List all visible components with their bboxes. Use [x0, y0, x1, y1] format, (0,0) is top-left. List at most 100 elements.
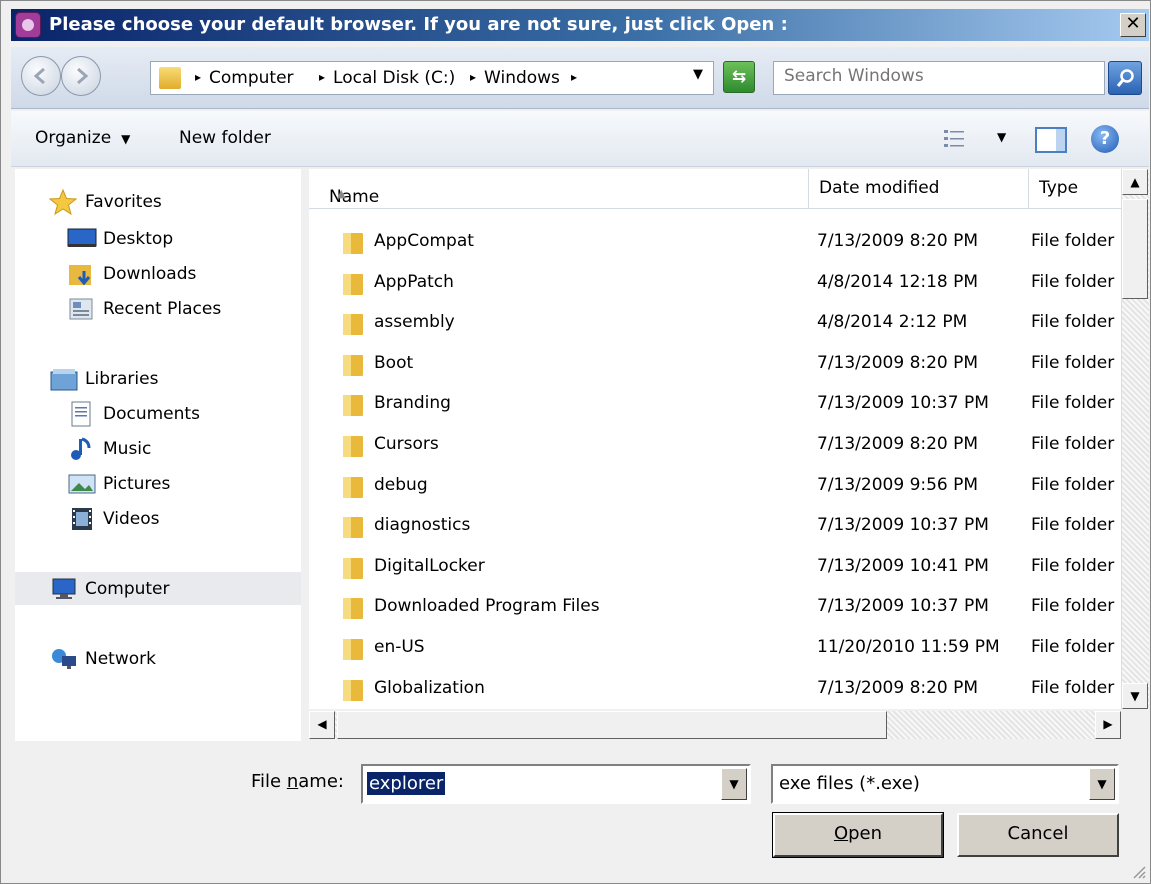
help-icon[interactable]: ? — [1091, 125, 1119, 153]
search-input[interactable] — [784, 66, 1084, 86]
breadcrumb[interactable]: Computer Local Disk (C:) Windows ▼ — [150, 61, 714, 95]
breadcrumb-computer[interactable]: Computer — [195, 68, 294, 88]
file-date: 7/13/2009 8:20 PM — [817, 434, 979, 454]
nav-recent-places[interactable]: Recent Places — [67, 294, 221, 324]
view-dropdown-icon[interactable]: ▼ — [997, 130, 1006, 144]
file-name: Downloaded Program Files — [374, 596, 600, 617]
column-type-label: Type — [1039, 178, 1079, 198]
back-button[interactable] — [21, 56, 61, 96]
nav-music-label: Music — [103, 439, 152, 459]
column-header-name[interactable]: Name ▲ — [309, 169, 809, 209]
nav-desktop[interactable]: Desktop — [67, 224, 173, 254]
file-date: 7/13/2009 9:56 PM — [817, 474, 979, 495]
close-button[interactable]: ✕ — [1120, 13, 1146, 37]
videos-icon — [67, 506, 97, 532]
breadcrumb-more[interactable] — [571, 68, 585, 88]
preview-pane-icon[interactable] — [1035, 127, 1067, 153]
back-arrow-icon — [33, 67, 45, 85]
recent-places-icon — [67, 296, 97, 322]
star-icon — [48, 188, 79, 216]
refresh-button[interactable]: ⇆ — [723, 61, 755, 93]
file-type-value: exe files (*.exe) — [779, 773, 920, 794]
vertical-scroll-thumb[interactable] — [1122, 199, 1148, 299]
view-options-icon[interactable] — [943, 128, 967, 150]
breadcrumb-local-disk[interactable]: Local Disk (C:) — [319, 68, 455, 88]
file-type: File folder — [1031, 555, 1115, 576]
chevron-down-icon: ▼ — [121, 132, 131, 146]
file-name: AppPatch — [374, 271, 454, 292]
file-date: 7/13/2009 10:41 PM — [817, 555, 989, 576]
folder-icon — [343, 233, 363, 254]
file-row[interactable]: Boot 7/13/2009 8:20 PM File folder — [309, 345, 1121, 383]
nav-computer[interactable]: Computer — [49, 574, 170, 604]
file-type-dropdown-button[interactable]: ▼ — [1089, 768, 1115, 800]
scroll-down-button[interactable]: ▼ — [1122, 683, 1148, 709]
folder-icon — [343, 273, 363, 295]
search-box[interactable] — [773, 61, 1105, 95]
file-type: File folder — [1031, 596, 1115, 617]
nav-documents[interactable]: Documents — [67, 399, 200, 429]
file-type: File folder — [1031, 637, 1115, 657]
file-name: DigitalLocker — [374, 555, 485, 576]
address-dropdown-icon[interactable]: ▼ — [693, 67, 703, 82]
file-name-input[interactable]: explorer — [367, 772, 446, 795]
dialog-title: Please choose your default browser. If y… — [49, 14, 788, 35]
file-row[interactable]: en-US 11/20/2010 11:59 PM File folder — [309, 629, 1121, 667]
nav-libraries-label: Libraries — [85, 369, 159, 389]
file-type: File folder — [1031, 434, 1115, 454]
file-row[interactable]: debug 7/13/2009 9:56 PM File folder — [309, 467, 1121, 505]
nav-music[interactable]: Music — [67, 434, 151, 464]
file-name-label: File name: — [251, 771, 344, 792]
file-name-dropdown-button[interactable]: ▼ — [721, 768, 747, 800]
file-row[interactable]: Cursors 7/13/2009 8:20 PM File folder — [309, 426, 1121, 464]
horizontal-scroll-thumb[interactable] — [337, 711, 887, 739]
nav-pictures[interactable]: Pictures — [67, 469, 170, 499]
file-row[interactable]: Downloaded Program Files 7/13/2009 10:37 … — [309, 588, 1121, 626]
file-date: 11/20/2010 11:59 PM — [817, 637, 1000, 657]
file-name: AppCompat — [374, 231, 474, 251]
file-row[interactable]: AppPatch 4/8/2014 12:18 PM File folder — [309, 264, 1121, 302]
file-row[interactable]: AppCompat 7/13/2009 8:20 PM File folder — [309, 223, 1121, 261]
open-button[interactable]: Open — [772, 812, 944, 858]
horizontal-scrollbar[interactable]: ◀ ▶ — [309, 711, 1121, 739]
nav-downloads[interactable]: Downloads — [67, 259, 196, 289]
column-header-date[interactable]: Date modified — [809, 169, 1029, 209]
sort-ascending-icon: ▲ — [337, 187, 346, 200]
file-row[interactable]: DigitalLocker 7/13/2009 10:41 PM File fold… — [309, 548, 1121, 586]
column-header-type[interactable]: Type — [1029, 169, 1121, 209]
nav-downloads-label: Downloads — [103, 264, 197, 284]
nav-computer-label: Computer — [85, 579, 170, 599]
app-icon — [15, 12, 41, 38]
folder-icon — [343, 557, 363, 579]
new-folder-button[interactable]: New folder — [179, 128, 271, 148]
file-row[interactable]: Branding 7/13/2009 10:37 PM File folder — [309, 385, 1121, 423]
nav-network[interactable]: Network — [49, 644, 156, 674]
forward-button[interactable] — [61, 56, 101, 96]
scroll-corner — [1121, 711, 1149, 739]
nav-libraries[interactable]: Libraries — [49, 364, 158, 394]
desktop-icon — [67, 226, 97, 252]
file-name-combobox[interactable]: explorer ▼ — [361, 764, 751, 804]
breadcrumb-windows[interactable]: Windows — [470, 68, 560, 88]
file-type: File folder — [1031, 271, 1115, 292]
file-row[interactable]: Globalization 7/13/2009 8:20 PM File folde… — [309, 670, 1121, 708]
resize-grip-icon[interactable] — [1130, 863, 1146, 879]
search-button[interactable] — [1108, 61, 1142, 95]
file-type-combobox[interactable]: exe files (*.exe) ▼ — [771, 764, 1119, 804]
nav-favorites[interactable]: Favorites — [48, 187, 162, 217]
file-row[interactable]: assembly 4/8/2014 2:12 PM File folder — [309, 304, 1121, 342]
file-name: Branding — [374, 393, 451, 414]
scroll-right-button[interactable]: ▶ — [1095, 711, 1121, 739]
scroll-left-button[interactable]: ◀ — [309, 711, 335, 739]
file-row[interactable]: diagnostics 7/13/2009 10:37 PM File folder — [309, 507, 1121, 545]
scroll-up-button[interactable]: ▲ — [1122, 169, 1148, 195]
file-type: File folder — [1031, 393, 1115, 414]
folder-icon — [343, 598, 363, 620]
cancel-button[interactable]: Cancel — [957, 813, 1119, 857]
vertical-scrollbar[interactable]: ▲ ▼ — [1121, 169, 1149, 709]
folder-icon — [343, 639, 363, 660]
organize-button[interactable]: Organize ▼ — [35, 128, 130, 148]
nav-videos[interactable]: Videos — [67, 504, 160, 534]
file-name: Cursors — [374, 434, 439, 454]
folder-icon — [343, 395, 363, 417]
